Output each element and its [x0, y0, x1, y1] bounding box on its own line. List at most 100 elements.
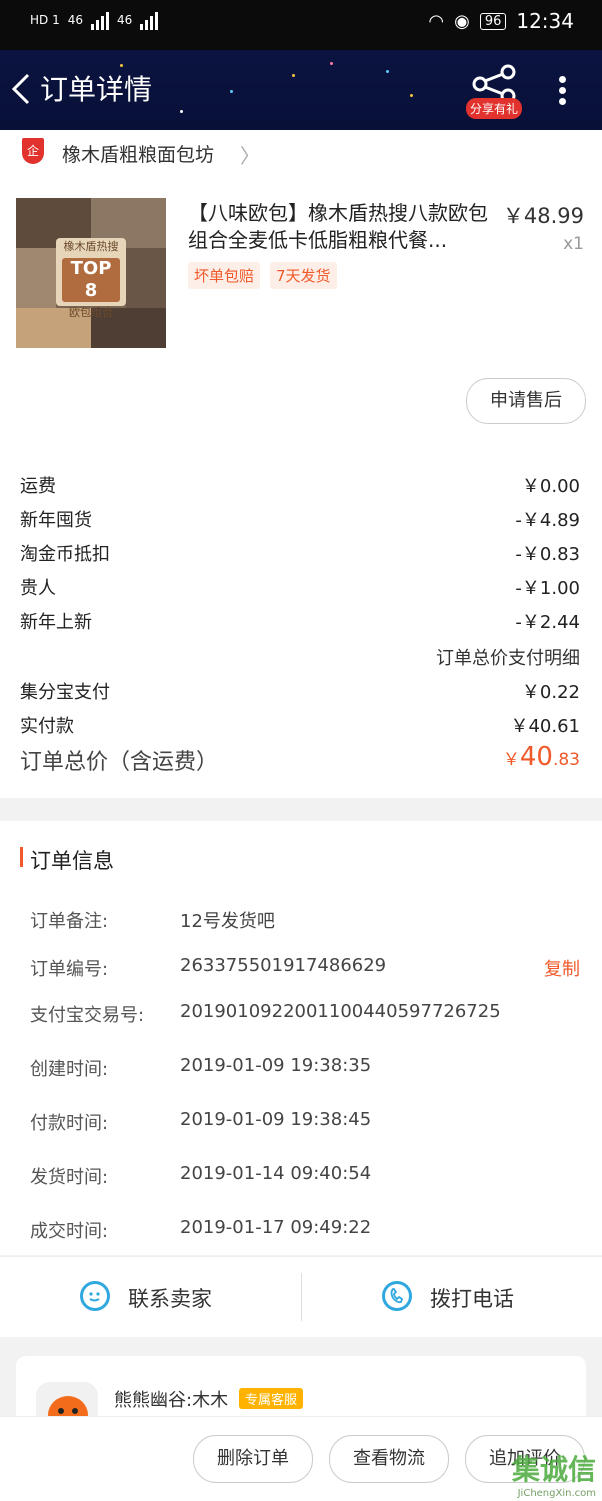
info-row: 订单备注: 12号发货吧	[30, 907, 580, 933]
thumbnail-banner: 橡木盾热搜 TOP 8 欧包组合	[56, 238, 126, 319]
info-row: 订单编号: 263375501917486629 复制	[30, 955, 580, 981]
total-label: 订单总价（含运费）	[20, 750, 219, 775]
info-row: 创建时间: 2019-01-09 19:38:35	[30, 1055, 580, 1081]
fee-value: ￥0.22	[521, 682, 580, 703]
tag-ship-days: 7天发货	[270, 262, 337, 289]
info-value: 2019-01-14 09:40:54	[180, 1163, 372, 1184]
tag-damage-guarantee: 坏单包赔	[188, 262, 261, 289]
total-currency: ￥	[502, 750, 520, 770]
signal-icon	[91, 10, 109, 30]
fee-label: 新年囤货	[20, 510, 92, 531]
fee-value: ￥0.00	[521, 476, 580, 497]
signal-icon-2	[140, 10, 159, 30]
fee-row: 新年上新 -￥2.44	[20, 608, 580, 634]
fee-row: 集分宝支付 ￥0.22	[20, 678, 580, 704]
thumbnail-text-1: 橡木盾热搜	[63, 240, 119, 253]
info-label: 订单备注:	[30, 911, 109, 932]
watermark-subtext: JiChengXin.com	[517, 1488, 596, 1499]
fee-label: 实付款	[20, 716, 74, 737]
headphones-icon: ◠	[428, 10, 445, 32]
payment-detail-link[interactable]: 订单总价支付明细	[436, 644, 580, 670]
fee-label: 贵人	[20, 578, 56, 599]
watermark-text: 集诚信	[511, 1453, 596, 1486]
fee-value: -￥2.44	[515, 612, 580, 633]
fee-row: 运费 ￥0.00	[20, 472, 580, 498]
call-phone-button[interactable]: 拨打电话	[302, 1257, 602, 1337]
info-label: 付款时间:	[30, 1113, 109, 1134]
share-reward-label[interactable]: 分享有礼	[466, 98, 523, 119]
fee-label: 集分宝支付	[20, 682, 110, 703]
product-thumbnail[interactable]: 橡木盾热搜 TOP 8 欧包组合	[16, 198, 166, 348]
info-label: 订单编号:	[30, 959, 109, 980]
back-icon[interactable]	[10, 72, 32, 111]
site-watermark: 集诚信 JiChengXin.com	[512, 1448, 596, 1499]
info-label: 支付宝交易号:	[30, 1005, 145, 1026]
info-label: 成交时间:	[30, 1221, 109, 1242]
fee-label: 淘金币抵扣	[20, 544, 110, 565]
page-title: 订单详情	[40, 73, 153, 106]
info-value: 2019-01-09 19:38:45	[180, 1109, 372, 1130]
info-value: 12号发货吧	[180, 911, 275, 932]
shop-name[interactable]: 橡木盾粗粮面包坊	[62, 140, 214, 167]
info-row: 成交时间: 2019-01-17 09:49:22	[30, 1217, 580, 1243]
total-decimal: .83	[552, 750, 580, 770]
fee-label: 运费	[20, 476, 56, 497]
info-value: 2019-01-09 19:38:35	[180, 1055, 372, 1076]
thumbnail-text-2: TOP 8	[62, 258, 120, 302]
fee-value: -￥0.83	[515, 544, 580, 565]
battery-icon: 96	[479, 12, 507, 30]
fee-value: ￥40.61	[510, 716, 580, 737]
more-icon[interactable]	[554, 72, 570, 108]
phone-icon	[382, 1281, 412, 1311]
fee-label: 新年上新	[20, 612, 92, 633]
product-title[interactable]: 【八味欧包】橡木盾热搜八款欧包组合全麦低卡低脂粗粮代餐...	[188, 200, 498, 254]
info-label: 发货时间:	[30, 1167, 109, 1188]
view-logistics-button[interactable]: 查看物流	[329, 1435, 449, 1483]
network-indicators: HD 1 46 46	[30, 10, 159, 30]
chevron-right-icon: 〉	[240, 144, 260, 168]
info-value: 2019010922001100440597726725	[180, 1001, 501, 1022]
info-row: 发货时间: 2019-01-14 09:40:54	[30, 1163, 580, 1189]
info-row: 支付宝交易号: 2019010922001100440597726725	[30, 1001, 580, 1027]
chat-face-icon	[80, 1281, 110, 1311]
thumbnail-text-3: 欧包组合	[69, 306, 113, 319]
fee-row: 贵人 -￥1.00	[20, 574, 580, 600]
contact-seller-button[interactable]: 联系卖家	[0, 1257, 300, 1337]
after-sale-button[interactable]: 申请售后	[466, 378, 586, 424]
signal-label-2: 46	[117, 13, 133, 27]
fee-row: 实付款 ￥40.61	[20, 712, 580, 738]
fee-value: -￥1.00	[515, 578, 580, 599]
product-price: ￥48.99	[502, 204, 584, 228]
signal-label-1: 46	[67, 13, 83, 27]
call-phone-label[interactable]: 拨打电话	[430, 1283, 514, 1313]
total-value: ￥40.83	[503, 742, 580, 772]
delete-order-button[interactable]: 删除订单	[193, 1435, 313, 1483]
order-item: 橡木盾热搜 TOP 8 欧包组合 【八味欧包】橡木盾热搜八款欧包组合全麦低卡低脂…	[0, 176, 602, 446]
contact-seller-label[interactable]: 联系卖家	[128, 1283, 212, 1313]
fee-value: -￥4.89	[515, 510, 580, 531]
order-total: 订单总价（含运费） ￥40.83	[20, 742, 580, 776]
clock: 12:34	[516, 9, 574, 33]
section-accent-bar	[20, 847, 23, 867]
app-header: 订单详情 分享有礼	[0, 50, 602, 130]
total-integer: 40	[519, 742, 553, 772]
shop-row[interactable]: 企 橡木盾粗粮面包坊 〉	[0, 130, 602, 176]
info-value: 263375501917486629	[180, 955, 387, 976]
info-row: 付款时间: 2019-01-09 19:38:45	[30, 1109, 580, 1135]
info-label: 创建时间:	[30, 1059, 109, 1080]
contact-bar: 联系卖家 拨打电话	[0, 1256, 602, 1337]
copy-button[interactable]: 复制	[544, 955, 580, 981]
eye-icon: ◉	[454, 10, 470, 32]
sim-label-1: HD 1	[30, 13, 60, 27]
product-tags: 坏单包赔 7天发货	[188, 262, 337, 289]
info-value: 2019-01-17 09:49:22	[180, 1217, 372, 1238]
section-title: 订单信息	[30, 849, 114, 873]
shop-logo: 企	[22, 138, 44, 164]
exclusive-service-badge: 专属客服	[239, 1388, 304, 1409]
fee-breakdown: 运费 ￥0.00 新年囤货 -￥4.89 淘金币抵扣 -￥0.83 贵人 -￥1…	[0, 446, 602, 798]
fee-row: 新年囤货 -￥4.89	[20, 506, 580, 532]
product-quantity: x1	[563, 234, 584, 254]
status-bar: HD 1 46 46 ◠ ◉ 96 12:34	[0, 0, 602, 50]
status-right: ◠ ◉ 96 12:34	[428, 9, 574, 33]
order-info: 订单信息 订单备注: 12号发货吧 订单编号: 2633755019174866…	[0, 821, 602, 1255]
